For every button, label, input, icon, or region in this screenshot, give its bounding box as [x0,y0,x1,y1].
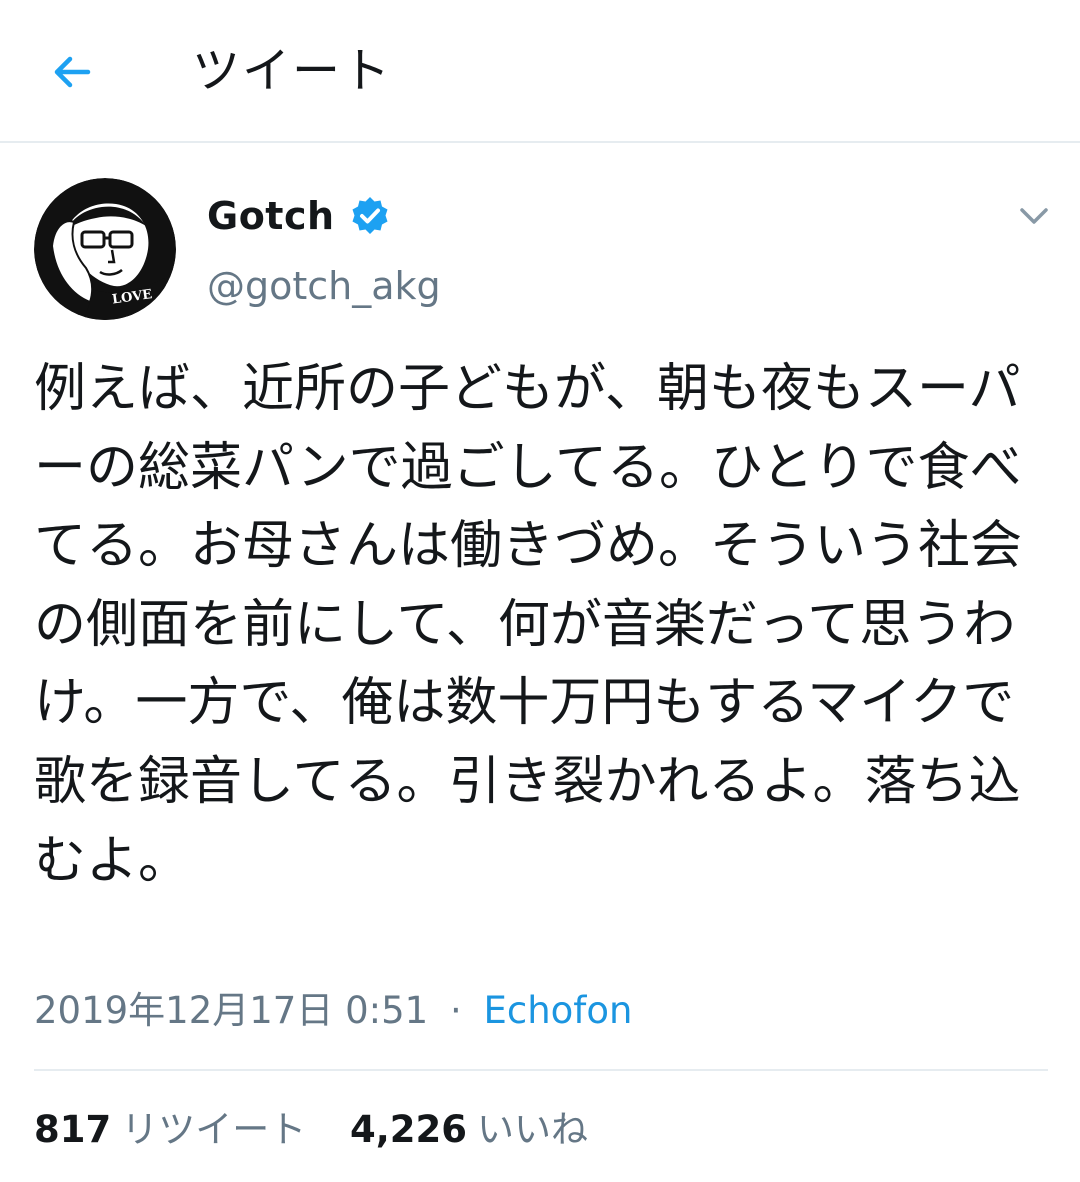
tweet-text: 例えば、近所の子どもが、朝も夜もスーパーの総菜パンで過ごしてる。ひとりで食べてる… [34,359,1023,891]
tweet-source-link[interactable]: Echofon [483,989,632,1032]
likes-count: 4,226 [350,1108,468,1151]
back-button[interactable] [40,40,104,104]
display-name[interactable]: Gotch [207,194,335,238]
tweet-menu-button[interactable] [1012,196,1056,236]
retweets-count: 817 [34,1108,112,1151]
tweet-stats: 817 リツイート 4,226 いいね [34,1104,588,1156]
author-handle[interactable]: @gotch_akg [207,258,441,314]
verified-badge-icon [352,197,388,234]
tweet-detail-screen: ツイート LOVE Gotch @gotch_akg 例えば、近所の子どもが、朝… [0,0,1080,1182]
author-name-row[interactable]: Gotch [207,188,391,244]
divider [34,1069,1048,1071]
arrow-left-icon [54,56,91,88]
tweet-meta: 2019年12月17日 0:51 · Echofon [34,985,632,1037]
likes-label: いいね [477,1108,589,1151]
likes-stat[interactable]: 4,226 いいね [350,1108,588,1151]
chevron-down-icon [1020,208,1048,224]
meta-separator: · [449,989,462,1032]
tweet-timestamp[interactable]: 2019年12月17日 0:51 [34,989,428,1032]
retweets-label: リツイート [121,1108,307,1151]
top-app-bar: ツイート [0,0,1080,143]
avatar[interactable]: LOVE [34,178,176,320]
page-title: ツイート [192,43,393,99]
avatar-illustration: LOVE [34,178,176,320]
retweets-stat[interactable]: 817 リツイート [34,1108,318,1151]
